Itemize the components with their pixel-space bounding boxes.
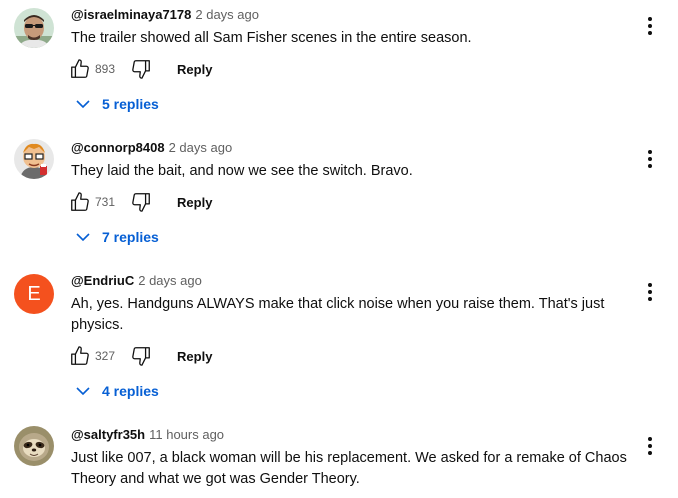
avatar[interactable]	[14, 8, 54, 48]
thumbs-up-icon	[71, 346, 89, 365]
comment-actions: 731 Reply	[68, 190, 212, 214]
timestamp[interactable]: 2 days ago	[195, 7, 259, 22]
comment-header: @connorp8408 2 days ago	[71, 139, 232, 157]
thumbs-down-icon	[132, 347, 150, 366]
view-replies-button[interactable]: 5 replies	[75, 92, 159, 116]
dislike-button[interactable]	[129, 190, 153, 214]
timestamp[interactable]: 2 days ago	[138, 273, 202, 288]
like-count: 731	[95, 195, 116, 209]
replies-count-label: 7 replies	[102, 229, 159, 245]
author-name[interactable]: @israelminaya7178	[71, 7, 191, 22]
more-vert-icon	[648, 17, 652, 21]
view-replies-button[interactable]: 4 replies	[75, 379, 159, 403]
action-menu-button[interactable]	[638, 147, 662, 171]
dislike-button[interactable]	[129, 57, 153, 81]
author-name[interactable]: @connorp8408	[71, 140, 165, 155]
author-name[interactable]: @saltyfr35h	[71, 427, 145, 442]
more-vert-icon-dot	[648, 31, 652, 35]
timestamp[interactable]: 11 hours ago	[149, 427, 224, 442]
like-button[interactable]	[68, 57, 92, 81]
more-vert-icon-dot	[648, 451, 652, 455]
reply-button[interactable]: Reply	[177, 195, 212, 210]
action-menu-button[interactable]	[638, 434, 662, 458]
replies-count-label: 5 replies	[102, 96, 159, 112]
like-button[interactable]	[68, 344, 92, 368]
thumbs-up-icon	[71, 59, 89, 78]
cartoon-character-avatar-icon	[14, 139, 54, 179]
view-replies-button[interactable]: 7 replies	[75, 225, 159, 249]
chevron-down-icon	[76, 233, 90, 242]
sloth-avatar-icon	[14, 426, 54, 466]
like-count: 893	[95, 62, 116, 76]
chevron-down-icon	[76, 387, 90, 396]
chevron-down-icon	[76, 100, 90, 109]
more-vert-icon-dot	[648, 444, 652, 448]
timestamp[interactable]: 2 days ago	[169, 140, 233, 155]
thumbs-down-icon	[132, 60, 150, 79]
man-sunglasses-avatar-icon	[14, 8, 54, 48]
more-vert-icon	[648, 150, 652, 154]
avatar-letter: E	[27, 282, 41, 305]
comment-header: @EndriuC 2 days ago	[71, 272, 202, 290]
comment-header: @israelminaya7178 2 days ago	[71, 6, 259, 24]
replies-count-label: 4 replies	[102, 383, 159, 399]
avatar[interactable]: E	[14, 274, 54, 314]
comment-text: Ah, yes. Handguns ALWAYS make that click…	[71, 296, 605, 333]
thumbs-up-icon	[71, 192, 89, 211]
comment-text: The trailer showed all Sam Fisher scenes…	[71, 30, 472, 46]
avatar[interactable]	[14, 139, 54, 179]
reply-button[interactable]: Reply	[177, 62, 212, 77]
more-vert-icon-dot	[648, 157, 652, 161]
more-vert-icon-dot	[648, 297, 652, 301]
author-name[interactable]: @EndriuC	[71, 273, 134, 288]
action-menu-button[interactable]	[638, 14, 662, 38]
dislike-button[interactable]	[129, 344, 153, 368]
avatar[interactable]	[14, 426, 54, 466]
like-count: 327	[95, 349, 116, 363]
more-vert-icon-dot	[648, 290, 652, 294]
comment-text: Just like 007, a black woman will be his…	[71, 450, 627, 487]
thumbs-down-icon	[132, 193, 150, 212]
more-vert-icon	[648, 437, 652, 441]
more-vert-icon-dot	[648, 24, 652, 28]
reply-button[interactable]: Reply	[177, 349, 212, 364]
comment-text: They laid the bait, and now we see the s…	[71, 163, 413, 179]
comment-1: @israelminaya7178 2 days ago The trailer …	[0, 0, 678, 130]
comment-3: E @EndriuC 2 days ago Ah, yes. Handguns A…	[0, 266, 678, 406]
comment-4: @saltyfr35h 11 hours ago Just like 007, a…	[0, 420, 678, 498]
comment-header: @saltyfr35h 11 hours ago	[71, 426, 224, 444]
comment-actions: 327 Reply	[68, 344, 212, 368]
action-menu-button[interactable]	[638, 280, 662, 304]
letter-avatar: E	[14, 274, 54, 314]
like-button[interactable]	[68, 190, 92, 214]
more-vert-icon-dot	[648, 164, 652, 168]
comment-actions: 893 Reply	[68, 57, 212, 81]
comment-2: @connorp8408 2 days ago They laid the bai…	[0, 133, 678, 263]
more-vert-icon	[648, 283, 652, 287]
